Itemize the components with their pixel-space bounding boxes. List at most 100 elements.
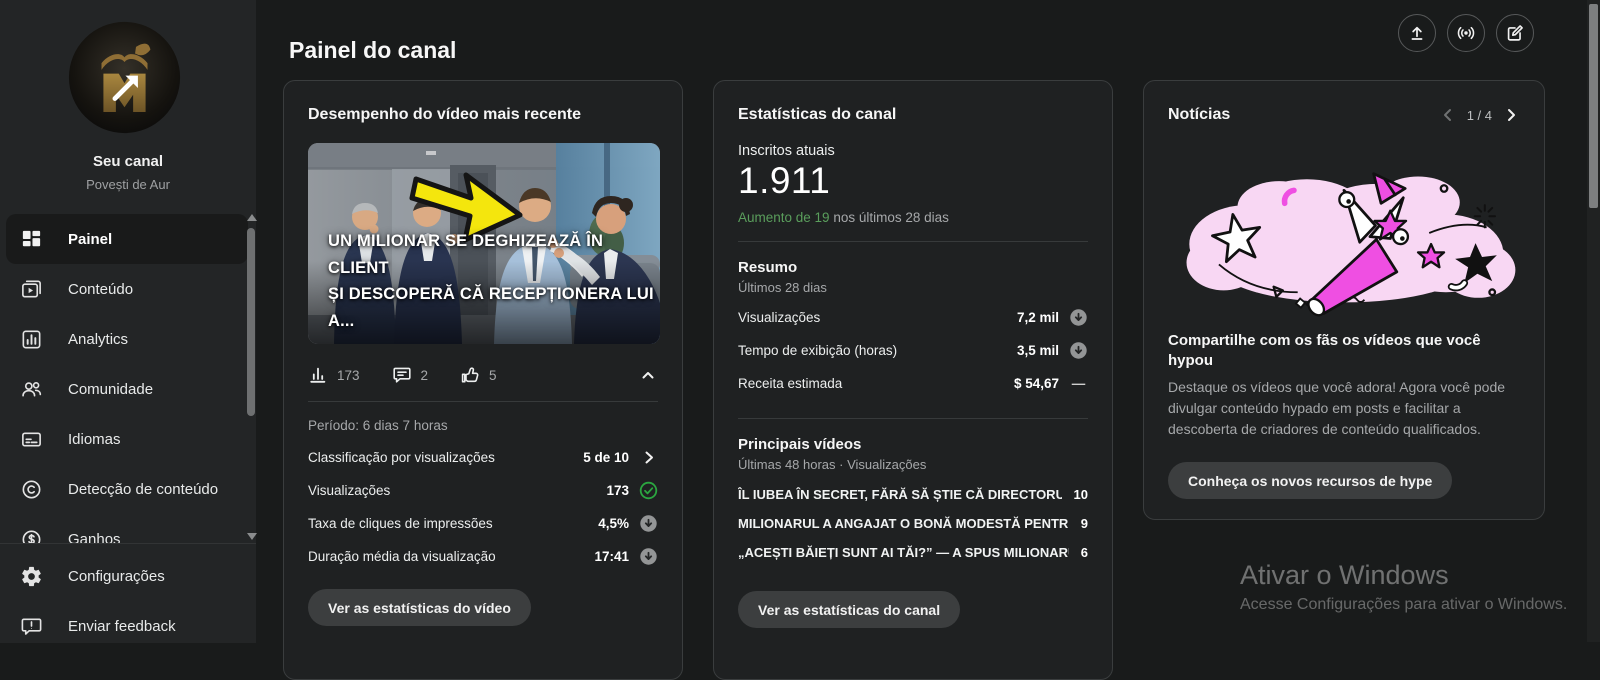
sidebar-item-feedback[interactable]: Enviar feedback	[0, 601, 256, 651]
sidebar-item-comunidade[interactable]: Comunidade	[0, 364, 256, 414]
sidebar-item-painel[interactable]: Painel	[6, 214, 248, 264]
metric-label: Visualizações	[308, 483, 391, 498]
divider	[308, 401, 658, 402]
top-video-row[interactable]: ÎL IUBEA ÎN SECRET, FĂRĂ SĂ ȘTIE CĂ DIRE…	[738, 480, 1088, 509]
sidebar: Seu canal Povești de Aur Painel Conteúdo…	[0, 0, 257, 643]
upload-icon	[1411, 26, 1423, 40]
edit-icon	[1507, 25, 1523, 41]
sidebar-item-ganhos[interactable]: Ganhos	[0, 514, 256, 543]
chevron-left-icon[interactable]	[1439, 106, 1457, 124]
live-icon	[1457, 26, 1475, 40]
news-headline: Compartilhe com os fãs os vídeos que voc…	[1168, 332, 1481, 369]
sidebar-item-label: Painel	[68, 230, 113, 248]
metric-label: Taxa de cliques de impressões	[308, 516, 493, 531]
metric-row-ctr: Taxa de cliques de impressões 4,5%	[308, 507, 658, 540]
subscribers-label: Inscritos atuais	[738, 143, 835, 159]
subtitles-icon	[22, 431, 41, 447]
likes-count: 5	[489, 367, 497, 383]
divider	[738, 418, 1088, 419]
down-arrow-circle-icon	[1070, 309, 1087, 326]
summary-subtitle: Últimos 28 dias	[738, 280, 827, 295]
monetization-icon	[22, 530, 41, 543]
sidebar-item-label: Analytics	[68, 330, 129, 348]
metric-value: 3,5 mil	[1016, 343, 1059, 358]
metric-value: 4,5%	[598, 516, 629, 531]
channel-avatar[interactable]	[67, 20, 182, 135]
metric-label: Receita estimada	[738, 376, 843, 391]
subscribers-delta-rest: nos últimos 28 dias	[829, 210, 949, 225]
sidebar-item-label: Enviar feedback	[68, 617, 176, 635]
upload-video-button[interactable]	[1398, 14, 1436, 52]
views-stat: 173	[308, 365, 360, 385]
watermark-line1: Ativar o Windows	[1240, 560, 1449, 590]
news-body: Destaque os vídeos que você adora! Agora…	[1168, 379, 1506, 437]
subscribers-count: 1.911	[738, 160, 831, 201]
comments-count: 2	[420, 367, 429, 383]
sidebar-footer: Configurações Enviar feedback	[0, 543, 256, 643]
collapse-chevron-up-icon[interactable]	[638, 365, 658, 385]
hype-features-button[interactable]: Conheça os novos recursos de hype	[1168, 462, 1453, 499]
sidebar-item-label: Idiomas	[68, 430, 121, 448]
sidebar-item-label: Comunidade	[68, 380, 154, 398]
top-video-title: MILIONARUL A ANGAJAT O BONĂ MODESTĂ PENT…	[738, 516, 1069, 531]
news-card-title: Notícias	[1168, 106, 1231, 123]
thumbnail-title-line1: UN MILIONAR SE DEGHIZEAZĂ ÎN CLIENT	[328, 232, 604, 277]
sidebar-item-analytics[interactable]: Analytics	[0, 314, 256, 364]
go-live-button[interactable]	[1447, 14, 1485, 52]
metric-label: Visualizações	[738, 310, 821, 325]
news-card: Notícias 1 / 4 Compartilhe com os fãs os…	[1143, 80, 1545, 520]
sidebar-scrollbar-down-arrow[interactable]	[247, 533, 257, 540]
copyright-icon	[22, 480, 41, 498]
watermark-line2: Acesse Configurações para ativar o Windo…	[1240, 596, 1568, 613]
sidebar-item-label: Configurações	[68, 567, 165, 585]
metric-row-ranking[interactable]: Classificação por visualizações 5 de 10	[308, 441, 658, 474]
create-post-button[interactable]	[1496, 14, 1534, 52]
chevron-right-icon[interactable]	[639, 448, 658, 467]
sidebar-scrollbar-up-arrow[interactable]	[247, 214, 257, 221]
period-label: Período: 6 dias 7 horas	[308, 418, 448, 433]
top-video-title: ÎL IUBEA ÎN SECRET, FĂRĂ SĂ ȘTIE CĂ DIRE…	[738, 487, 1062, 502]
latest-video-thumbnail[interactable]: UN MILIONAR SE DEGHIZEAZĂ ÎN CLIENT ȘI D…	[308, 143, 660, 344]
sidebar-item-idiomas[interactable]: Idiomas	[0, 414, 256, 464]
channel-stats-card-title: Estatísticas do canal	[738, 106, 897, 123]
subscribers-delta-highlight: Aumento de 19	[738, 210, 830, 225]
sidebar-item-configuracoes[interactable]: Configurações	[0, 551, 256, 601]
metric-row-avg-duration: Duração média da visualização 17:41	[308, 540, 658, 573]
chevron-right-icon[interactable]	[1502, 106, 1520, 124]
windows-activation-watermark: Ativar o Windows Acesse Configurações pa…	[1240, 560, 1567, 614]
latest-video-card-title: Desempenho do vídeo mais recente	[308, 106, 581, 123]
page-scrollbar-track[interactable]	[1587, 0, 1600, 642]
feedback-icon	[21, 617, 42, 635]
summary-rows: Visualizações 7,2 mil Tempo de exibição …	[738, 301, 1088, 400]
top-video-row[interactable]: MILIONARUL A ANGAJAT O BONĂ MODESTĂ PENT…	[738, 509, 1088, 538]
content-icon	[22, 280, 41, 298]
comment-icon	[392, 367, 411, 383]
page-scrollbar-thumb[interactable]	[1589, 4, 1598, 208]
sidebar-item-label: Ganhos	[68, 530, 121, 544]
sidebar-scrollbar-thumb[interactable]	[247, 228, 255, 416]
sidebar-item-label: Detecção de conteúdo	[68, 480, 219, 498]
video-analytics-button[interactable]: Ver as estatísticas do vídeo	[308, 589, 531, 626]
metric-value: 5 de 10	[583, 450, 629, 465]
likes-stat: 5	[460, 365, 497, 385]
metric-row-views: Visualizações 173	[308, 474, 658, 507]
channel-avatar-logo	[68, 21, 181, 134]
news-pagination: 1 / 4	[1439, 106, 1520, 124]
views-count: 173	[337, 367, 360, 383]
top-video-title: „ACEȘTI BĂIEȚI SUNT AI TĂI?” — A SPUS MI…	[738, 545, 1069, 560]
down-arrow-circle-icon	[640, 515, 657, 532]
settings-icon	[22, 566, 41, 586]
hype-illustration	[1186, 172, 1516, 317]
top-video-row[interactable]: „ACEȘTI BĂIEȚI SUNT AI TĂI?” — A SPUS MI…	[738, 538, 1088, 567]
summary-title: Resumo	[738, 259, 798, 276]
thumbnail-title-line2: ȘI DESCOPERĂ CĂ RECEPȚIONERA LUI A...	[328, 285, 654, 330]
sidebar-item-deteccao[interactable]: Detecção de conteúdo	[0, 464, 256, 514]
sidebar-nav: Painel Conteúdo Analytics Comunidade Idi…	[0, 214, 256, 543]
metric-value: $ 54,67	[1013, 376, 1059, 391]
top-video-views: 9	[1080, 516, 1088, 531]
sidebar-item-conteudo[interactable]: Conteúdo	[0, 264, 256, 314]
metric-value: 173	[606, 483, 629, 498]
news-header: Notícias 1 / 4	[1168, 103, 1520, 127]
channel-analytics-button[interactable]: Ver as estatísticas do canal	[738, 591, 961, 628]
latest-video-card: Desempenho do vídeo mais recente UN MILI…	[283, 80, 683, 680]
